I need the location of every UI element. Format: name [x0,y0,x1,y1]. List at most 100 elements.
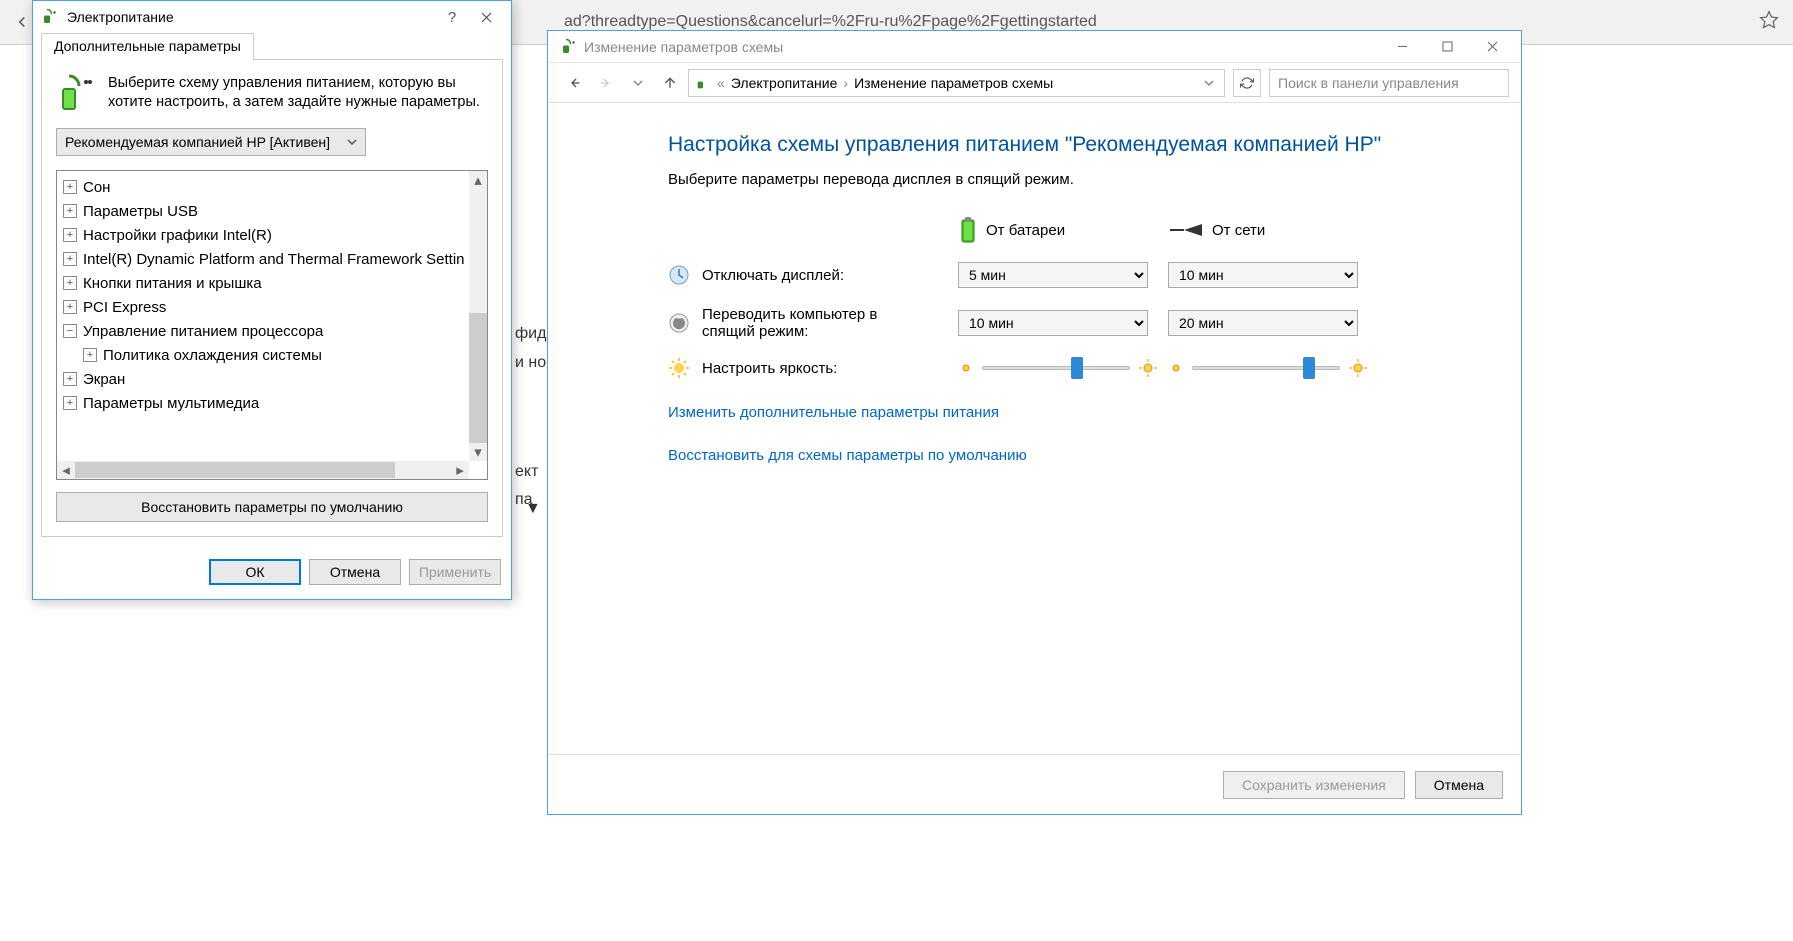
scroll-left-icon[interactable]: ◂ [57,461,75,479]
cp-titlebar: Изменение параметров схемы [548,31,1521,63]
nav-recent-dropdown[interactable] [624,69,652,97]
expand-icon[interactable]: + [63,300,77,314]
close-button[interactable] [469,3,503,31]
scrollbar-thumb[interactable] [469,313,487,443]
sleep-battery-select[interactable]: 10 мин [958,310,1148,336]
tree-horizontal-scrollbar[interactable]: ◂ ▸ [57,461,469,479]
adv-window-title: Электропитание [67,9,435,25]
breadcrumb-power-options[interactable]: Электропитание [727,75,842,91]
page-subtitle: Выберите параметры перевода дисплея в сп… [668,171,1491,188]
sun-low-icon [958,360,974,376]
power-plan-select[interactable]: Рекомендуемая компанией HP [Активен] [56,128,366,156]
link-change-advanced[interactable]: Изменить дополнительные параметры питани… [668,404,1491,421]
maximize-button[interactable] [1425,32,1470,62]
display-ac-select[interactable]: 10 мин [1168,262,1358,288]
adv-intro: Выберите схему управления питанием, кото… [56,74,488,114]
search-input[interactable]: Поиск в панели управления [1269,69,1509,97]
expand-icon[interactable]: + [63,180,77,194]
expand-icon[interactable]: + [63,204,77,218]
scroll-down-icon[interactable]: ▾ [469,443,487,461]
apply-button[interactable]: Применить [409,559,501,585]
row-label: Настроить яркость: [702,360,837,377]
help-button[interactable]: ? [435,3,469,31]
link-restore-defaults[interactable]: Восстановить для схемы параметры по умол… [668,447,1491,464]
brightness-ac-slider[interactable] [1168,358,1368,378]
expand-icon[interactable]: + [63,252,77,266]
page-title: Настройка схемы управления питанием "Рек… [668,133,1491,157]
tree-item-intel-graphics[interactable]: +Настройки графики Intel(R) [63,223,481,247]
tree-item-cpu-power[interactable]: −Управление питанием процессора [63,319,481,343]
sleep-ac-select[interactable]: 20 мин [1168,310,1358,336]
power-options-icon [41,8,59,26]
breadcrumb-dropdown-icon[interactable] [1200,75,1218,91]
columns-header-row: От батареи От сети [668,216,1491,244]
expand-icon[interactable]: + [83,348,97,362]
nav-back-button[interactable] [560,69,588,97]
breadcrumb-edit-plan[interactable]: Изменение параметров схемы [850,75,1057,91]
adv-intro-text: Выберите схему управления питанием, кото… [108,74,488,114]
adv-tabstrip: Дополнительные параметры [41,33,511,59]
row-label: Переводить компьютер в спящий режим: [702,306,932,340]
breadcrumb[interactable]: « Электропитание › Изменение параметров … [688,69,1225,97]
row-sleep: Переводить компьютер в спящий режим: 10 … [668,306,1491,340]
brightness-icon [668,357,690,379]
cancel-button[interactable]: Отмена [1415,771,1503,799]
expand-icon[interactable]: + [63,372,77,386]
settings-tree: +Сон +Параметры USB +Настройки графики I… [56,170,488,480]
display-battery-select[interactable]: 5 мин [958,262,1148,288]
battery-column-header: От батареи [958,216,1158,244]
tree-item-cooling-policy[interactable]: +Политика охлаждения системы [63,343,481,367]
adv-pane: Выберите схему управления питанием, кото… [41,59,503,537]
tree-item-multimedia[interactable]: +Параметры мультимедиа [63,391,481,415]
sun-high-icon [1348,358,1368,378]
browser-back-icon[interactable] [10,10,34,34]
tree-item-intel-dptf[interactable]: +Intel(R) Dynamic Platform and Thermal F… [63,247,481,271]
save-changes-button[interactable]: Сохранить изменения [1223,771,1405,799]
tree-vertical-scrollbar[interactable]: ▴ ▾ [469,171,487,461]
background-clipped-text: фид и но ект па ▼ [515,320,546,524]
tree-item-display[interactable]: +Экран [63,367,481,391]
close-button[interactable] [1470,32,1515,62]
row-label: Отключать дисплей: [702,267,844,284]
adv-titlebar: Электропитание ? [33,1,511,33]
cp-nav-toolbar: « Электропитание › Изменение параметров … [548,63,1521,103]
tree-item-sleep[interactable]: +Сон [63,175,481,199]
cp-footer: Сохранить изменения Отмена [548,754,1521,814]
plug-icon [1168,222,1204,238]
cancel-button[interactable]: Отмена [309,559,401,585]
power-options-icon [560,38,578,56]
row-turn-off-display: Отключать дисплей: 5 мин 10 мин [668,262,1491,288]
bookmark-star-icon[interactable] [1759,10,1783,34]
tree-item-pci-express[interactable]: +PCI Express [63,295,481,319]
ok-button[interactable]: ОК [209,559,301,585]
nav-up-button[interactable] [656,69,684,97]
tree-item-power-buttons[interactable]: +Кнопки питания и крышка [63,271,481,295]
ac-column-header: От сети [1168,222,1368,239]
scroll-up-icon[interactable]: ▴ [469,171,487,189]
sleep-icon [668,312,690,334]
power-options-advanced-dialog: Электропитание ? Дополнительные параметр… [32,0,512,600]
expand-icon[interactable]: + [63,276,77,290]
cp-body: Настройка схемы управления питанием "Рек… [548,103,1521,754]
sun-high-icon [1138,358,1158,378]
collapse-icon[interactable]: − [63,324,77,338]
cp-window-title: Изменение параметров схемы [584,39,1380,55]
tab-advanced-settings[interactable]: Дополнительные параметры [41,33,254,61]
expand-icon[interactable]: + [63,228,77,242]
refresh-button[interactable] [1233,69,1261,97]
scroll-right-icon[interactable]: ▸ [451,461,469,479]
breadcrumb-icon [695,75,711,91]
chevron-right-icon: › [841,75,850,91]
adv-button-row: ОК Отмена Применить [33,545,511,599]
minimize-button[interactable] [1380,32,1425,62]
nav-forward-button[interactable] [592,69,620,97]
tree-item-usb[interactable]: +Параметры USB [63,199,481,223]
breadcrumb-chevron: « [715,75,727,91]
edit-plan-settings-window: Изменение параметров схемы « Электропита… [547,30,1522,815]
battery-icon [958,216,978,244]
row-brightness: Настроить яркость: [668,358,1491,378]
scrollbar-thumb[interactable] [75,462,395,478]
brightness-battery-slider[interactable] [958,358,1158,378]
expand-icon[interactable]: + [63,396,77,410]
restore-plan-defaults-button[interactable]: Восстановить параметры по умолчанию [56,492,488,522]
